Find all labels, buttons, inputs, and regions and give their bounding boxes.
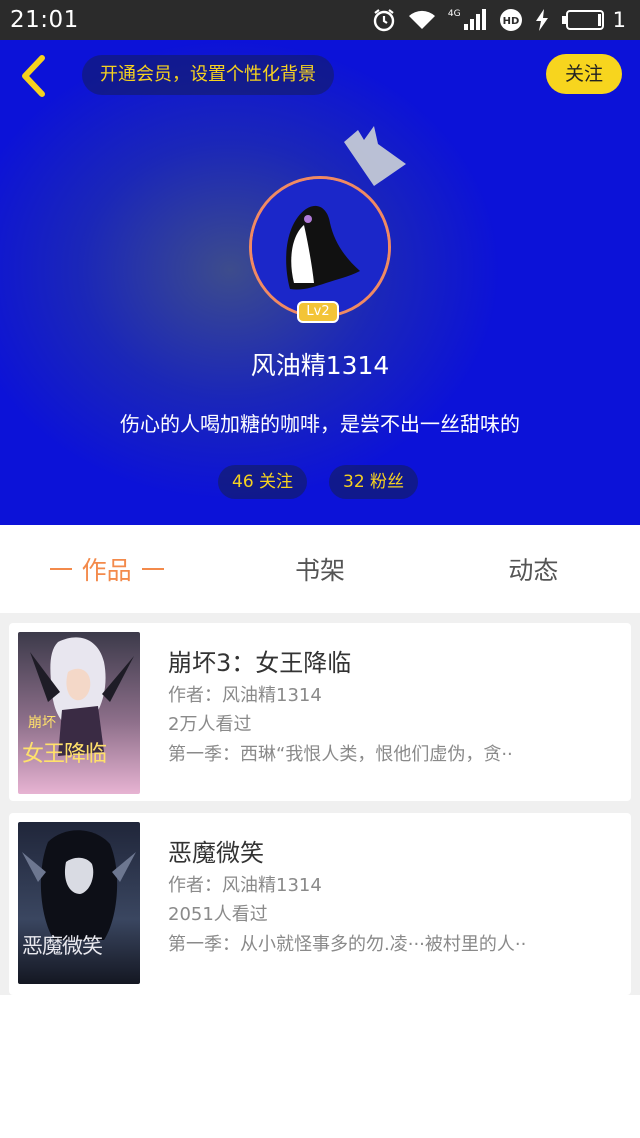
- work-description: 第一季：西琳“我恨人类，恨他们虚伪，贪··: [168, 744, 513, 765]
- status-bar: 21:01 4G HD 1: [0, 0, 640, 40]
- cover-title-2: 女王降临: [22, 742, 107, 767]
- battery-icon: [561, 9, 605, 31]
- work-author: 作者：风油精1314: [168, 875, 322, 896]
- cover-image[interactable]: 崩坏 女王降临: [18, 632, 140, 794]
- work-title: 恶魔微笑: [168, 839, 264, 867]
- tab-bar: 作品 书架 动态: [0, 525, 640, 613]
- user-bio: 伤心的人喝加糖的咖啡，是尝不出一丝甜味的: [120, 412, 520, 436]
- list-item[interactable]: 崩坏 女王降临 崩坏3：女王降临 作者：风油精1314 2万人看过 第一季：西琳…: [9, 623, 631, 801]
- work-title: 崩坏3：女王降临: [168, 649, 352, 677]
- fans-count[interactable]: 32 粉丝: [329, 465, 419, 499]
- tab-works-label: 作品: [81, 556, 132, 585]
- vip-background-link[interactable]: 开通会员，设置个性化背景: [82, 55, 334, 95]
- follow-button[interactable]: 关注: [546, 54, 622, 94]
- tab-bookshelf-label: 书架: [294, 556, 345, 585]
- status-time: 21:01: [10, 7, 79, 33]
- tab-indicator-left: [49, 568, 72, 570]
- tab-activity[interactable]: 动态: [427, 525, 640, 613]
- work-description: 第一季：从小就怪事多的勿.凌···被村里的人··: [168, 934, 527, 955]
- username: 风油精1314: [250, 351, 390, 380]
- network-type: 4G: [447, 9, 461, 19]
- penguin-avatar-icon: [252, 179, 388, 315]
- signal-icon: [463, 9, 487, 31]
- chevron-left-icon: [20, 55, 48, 101]
- works-list: 崩坏 女王降临 崩坏3：女王降临 作者：风油精1314 2万人看过 第一季：西琳…: [0, 613, 640, 995]
- work-author: 作者：风油精1314: [168, 685, 322, 706]
- svg-text:HD: HD: [502, 16, 519, 27]
- list-item[interactable]: 恶魔微笑 恶魔微笑 作者：风油精1314 2051人看过 第一季：从小就怪事多的…: [9, 813, 631, 995]
- back-button[interactable]: [14, 55, 54, 101]
- cover-image[interactable]: 恶魔微笑: [18, 822, 140, 984]
- tab-works[interactable]: 作品: [0, 525, 213, 613]
- charging-icon: [535, 9, 549, 31]
- profile-header: 开通会员，设置个性化背景 关注 Lv2 风油精1314 伤心的人喝加糖的咖啡，是…: [0, 40, 640, 525]
- tab-activity-label: 动态: [508, 556, 559, 585]
- work-views: 2万人看过: [168, 714, 252, 735]
- avatar[interactable]: [249, 176, 391, 318]
- hd-icon: HD: [499, 8, 523, 32]
- following-count[interactable]: 46 关注: [218, 465, 308, 499]
- tab-indicator-right: [141, 568, 164, 570]
- status-icons: 4G HD 1: [372, 8, 626, 32]
- work-views: 2051人看过: [168, 904, 268, 925]
- wifi-icon: [408, 9, 436, 31]
- cover-title-1: 恶魔微笑: [22, 934, 103, 958]
- level-badge: Lv2: [297, 301, 339, 323]
- alarm-icon: [372, 8, 396, 32]
- battery-level: 1: [612, 8, 626, 32]
- tab-bookshelf[interactable]: 书架: [213, 525, 426, 613]
- cover-title-1: 崩坏: [28, 715, 56, 731]
